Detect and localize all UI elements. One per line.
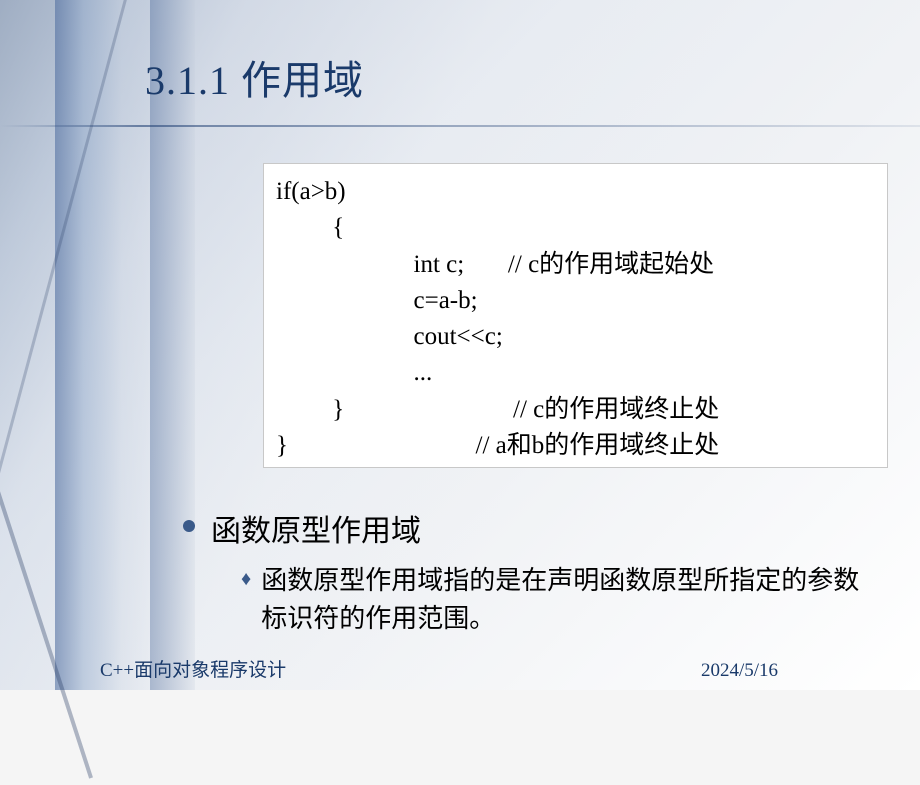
bullet-list: 函数原型作用域 ♦ 函数原型作用域指的是在声明函数原型所指定的参数标识符的作用范… bbox=[183, 506, 860, 637]
footer-left-text: C++面向对象程序设计 bbox=[100, 655, 286, 682]
slide-footer: C++面向对象程序设计 2024/5/16 bbox=[0, 652, 920, 682]
decorative-band-1 bbox=[55, 0, 150, 690]
code-line: if(a>b) bbox=[276, 174, 875, 210]
code-line: { bbox=[276, 210, 875, 246]
code-block: if(a>b) { int c; // c的作用域起始处 c=a-b; cout… bbox=[263, 163, 888, 468]
code-line: ... bbox=[276, 355, 875, 391]
footer-date: 2024/5/16 bbox=[701, 660, 778, 682]
bullet-circle-icon bbox=[183, 520, 195, 532]
bullet-1-text: 函数原型作用域 bbox=[211, 506, 421, 550]
code-line: } // a和b的作用域终止处 bbox=[276, 428, 875, 464]
code-line: int c; // c的作用域起始处 bbox=[276, 247, 875, 283]
bullet-2-text: 函数原型作用域指的是在声明函数原型所指定的参数标识符的作用范围。 bbox=[261, 562, 860, 637]
code-line: } // c的作用域终止处 bbox=[276, 392, 875, 428]
code-line: c=a-b; bbox=[276, 283, 875, 319]
slide-title: 3.1.1 作用域 bbox=[145, 48, 880, 106]
code-line: cout<<c; bbox=[276, 319, 875, 355]
bullet-level-2: ♦ 函数原型作用域指的是在声明函数原型所指定的参数标识符的作用范围。 bbox=[241, 562, 860, 637]
bullet-diamond-icon: ♦ bbox=[241, 568, 251, 591]
title-underline bbox=[0, 125, 920, 127]
slide-header: 3.1.1 作用域 bbox=[145, 48, 880, 106]
slide: 3.1.1 作用域 if(a>b) { int c; // c的作用域起始处 c… bbox=[0, 0, 920, 690]
bullet-level-1: 函数原型作用域 bbox=[183, 506, 860, 550]
